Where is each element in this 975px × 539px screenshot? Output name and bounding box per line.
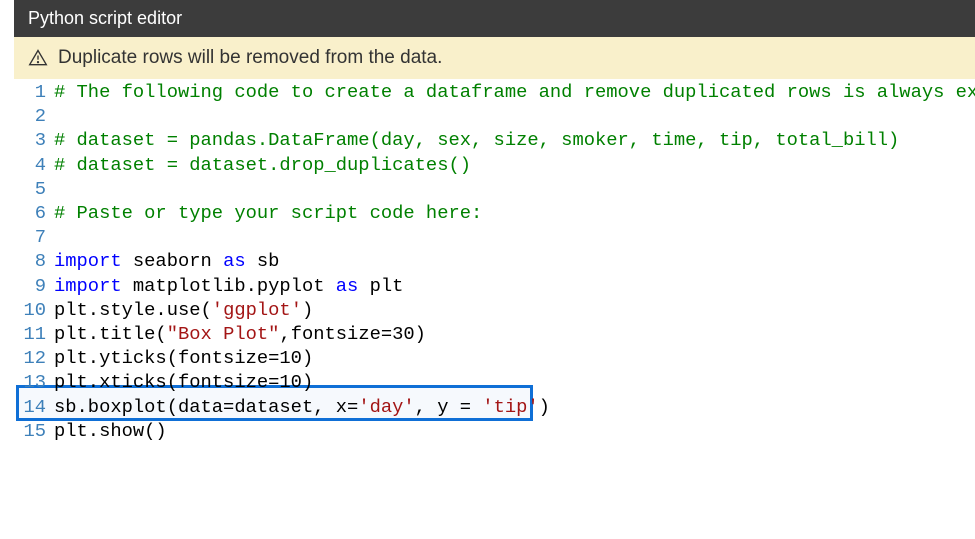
token-keyword: import xyxy=(54,250,122,272)
token-ident: sb xyxy=(246,250,280,272)
token-comment: # The following code to create a datafra… xyxy=(54,81,975,103)
token-comment: # Paste or type your script code here: xyxy=(54,202,482,224)
line-content[interactable]: sb.boxplot(data=dataset, x='day', y = 't… xyxy=(54,395,550,419)
code-line[interactable]: 10plt.style.use('ggplot') xyxy=(14,298,975,322)
line-content[interactable]: # dataset = dataset.drop_duplicates() xyxy=(54,153,471,177)
warning-text: Duplicate rows will be removed from the … xyxy=(58,47,442,69)
line-number: 10 xyxy=(14,298,54,322)
line-content[interactable]: plt.title("Box Plot",fontsize=30) xyxy=(54,322,426,346)
token-keyword: as xyxy=(223,250,246,272)
code-line[interactable]: 1# The following code to create a datafr… xyxy=(14,80,975,104)
token-ident: plt.style.use( xyxy=(54,299,212,321)
code-line[interactable]: 5 xyxy=(14,177,975,201)
line-number: 13 xyxy=(14,370,54,394)
token-string: "Box Plot" xyxy=(167,323,280,345)
line-number: 14 xyxy=(14,395,54,419)
code-line[interactable]: 12plt.yticks(fontsize=10) xyxy=(14,346,975,370)
line-content[interactable]: plt.yticks(fontsize=10) xyxy=(54,346,313,370)
token-ident: ) xyxy=(539,396,550,418)
editor-title: Python script editor xyxy=(28,8,182,28)
token-ident: plt.show() xyxy=(54,420,167,442)
code-line[interactable]: 11plt.title("Box Plot",fontsize=30) xyxy=(14,322,975,346)
code-editor[interactable]: 1# The following code to create a datafr… xyxy=(14,79,975,539)
token-comment: # dataset = dataset.drop_duplicates() xyxy=(54,154,471,176)
line-number: 1 xyxy=(14,80,54,104)
editor-header: Python script editor xyxy=(14,0,975,37)
line-number: 2 xyxy=(14,104,54,128)
token-keyword: import xyxy=(54,275,122,297)
line-number: 11 xyxy=(14,322,54,346)
token-ident: plt xyxy=(358,275,403,297)
token-comment: # dataset = pandas.DataFrame(day, sex, s… xyxy=(54,129,899,151)
code-line[interactable]: 4# dataset = dataset.drop_duplicates() xyxy=(14,153,975,177)
line-content[interactable]: # dataset = pandas.DataFrame(day, sex, s… xyxy=(54,128,899,152)
line-number: 15 xyxy=(14,419,54,443)
token-ident: plt.yticks(fontsize=10) xyxy=(54,347,313,369)
line-number: 3 xyxy=(14,128,54,152)
code-line[interactable]: 8import seaborn as sb xyxy=(14,249,975,273)
code-line[interactable]: 15plt.show() xyxy=(14,419,975,443)
token-ident: matplotlib.pyplot xyxy=(122,275,336,297)
line-content[interactable]: # Paste or type your script code here: xyxy=(54,201,482,225)
token-string: 'day' xyxy=(358,396,414,418)
code-line[interactable]: 7 xyxy=(14,225,975,249)
line-number: 5 xyxy=(14,177,54,201)
line-number: 8 xyxy=(14,249,54,273)
line-number: 9 xyxy=(14,274,54,298)
token-ident: plt.xticks(fontsize=10) xyxy=(54,371,313,393)
code-line[interactable]: 13plt.xticks(fontsize=10) xyxy=(14,370,975,394)
code-line[interactable]: 14sb.boxplot(data=dataset, x='day', y = … xyxy=(14,395,975,419)
line-content[interactable]: import seaborn as sb xyxy=(54,249,279,273)
token-ident: ,fontsize=30) xyxy=(279,323,426,345)
line-content[interactable]: import matplotlib.pyplot as plt xyxy=(54,274,403,298)
line-number: 4 xyxy=(14,153,54,177)
line-number: 12 xyxy=(14,346,54,370)
line-content[interactable]: plt.style.use('ggplot') xyxy=(54,298,313,322)
line-content[interactable]: # The following code to create a datafra… xyxy=(54,80,975,104)
token-string: 'ggplot' xyxy=(212,299,302,321)
token-keyword: as xyxy=(336,275,359,297)
code-line[interactable]: 9import matplotlib.pyplot as plt xyxy=(14,274,975,298)
token-string: 'tip' xyxy=(482,396,538,418)
code-line[interactable]: 3# dataset = pandas.DataFrame(day, sex, … xyxy=(14,128,975,152)
code-line[interactable]: 2 xyxy=(14,104,975,128)
code-line[interactable]: 6# Paste or type your script code here: xyxy=(14,201,975,225)
token-ident: sb.boxplot(data=dataset, x= xyxy=(54,396,358,418)
line-number: 7 xyxy=(14,225,54,249)
warning-icon xyxy=(28,48,48,68)
script-editor-panel: Python script editor Duplicate rows will… xyxy=(14,0,975,539)
token-ident: , y = xyxy=(415,396,483,418)
token-ident: plt.title( xyxy=(54,323,167,345)
line-content[interactable]: plt.show() xyxy=(54,419,167,443)
token-ident: seaborn xyxy=(122,250,223,272)
line-content[interactable]: plt.xticks(fontsize=10) xyxy=(54,370,313,394)
token-ident: ) xyxy=(302,299,313,321)
line-number: 6 xyxy=(14,201,54,225)
warning-bar: Duplicate rows will be removed from the … xyxy=(14,37,975,79)
